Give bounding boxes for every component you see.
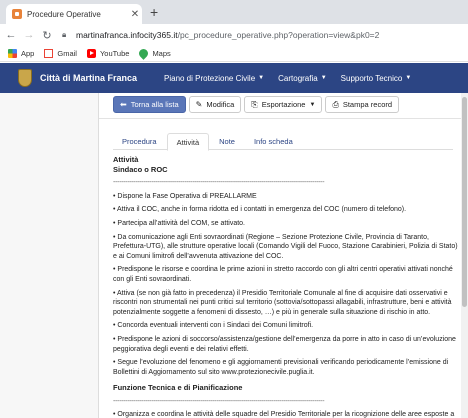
gmail-icon <box>44 49 54 58</box>
print-record-button[interactable]: ⎙ Stampa record <box>325 96 400 113</box>
bookmark-apps[interactable]: App <box>8 49 34 58</box>
chevron-down-icon: ▼ <box>258 75 265 81</box>
export-icon: ⎘ <box>251 99 258 109</box>
city-name[interactable]: Città di Martina Franca <box>40 73 150 83</box>
lock-icon[interactable]: 🔒︎ <box>62 30 72 40</box>
page-scrollbar[interactable] <box>461 93 468 418</box>
activity-item: • Predispone le azioni di soccorso/assis… <box>113 335 456 353</box>
record-tabs: Procedura Attività Note Info scheda <box>113 133 453 151</box>
chevron-down-icon: ▼ <box>320 75 327 81</box>
activity-item: • Attiva il COC, anche in forma ridotta … <box>113 206 407 214</box>
chevron-down-icon: ▼ <box>405 75 412 81</box>
main-content: ⬅ Torna alla lista ✎ Modifica ⎘ Esportazion… <box>98 93 468 418</box>
section-title: Attività <box>113 155 139 164</box>
button-label: Stampa record <box>342 100 393 109</box>
forward-arrow-icon[interactable]: → <box>22 28 36 42</box>
activity-item: • Predispone le risorse e coordina le pr… <box>113 266 453 283</box>
maps-pin-icon <box>137 47 151 60</box>
activity-item: • Attiva (se non già fatto in precedenza… <box>113 289 452 316</box>
dash-separator: ----------------------------------------… <box>113 179 325 187</box>
new-tab-icon[interactable]: + <box>150 5 158 19</box>
toolbar-divider <box>99 118 468 119</box>
tab-attivita[interactable]: Attività <box>166 133 210 151</box>
activity-item: • Organizza e coordina le attività delle… <box>113 411 455 418</box>
url-path: /pc_procedure_operative.php?operation=vi… <box>177 30 380 40</box>
nav-cartografia[interactable]: Cartografia ▼ <box>278 74 327 83</box>
activity-text: Attività Sindaco o ROC -----------------… <box>113 155 463 418</box>
browser-tab[interactable]: Procedure Operative ✕ <box>6 4 142 24</box>
pencil-icon: ✎ <box>195 100 203 109</box>
browser-tabstrip: Procedure Operative ✕ + <box>0 0 468 24</box>
activity-list: • Dispone la Fase Operativa di PREALLARM… <box>113 192 463 378</box>
address-bar: ← → ↻ 🔒︎ martinafranca.infocity365.it/pc… <box>0 24 468 46</box>
button-label: Torna alla lista <box>130 100 179 109</box>
browser-tab-title: Procedure Operative <box>27 9 101 19</box>
button-label: Esportazione <box>261 100 306 109</box>
nav-piano-protezione-civile[interactable]: Piano di Protezione Civile ▼ <box>164 74 264 83</box>
activity-item: • Segue l’evoluzione del fenomeno e gli … <box>113 359 449 376</box>
tab-procedura[interactable]: Procedura <box>113 133 166 150</box>
bookmark-label: Gmail <box>57 49 77 58</box>
apps-grid-icon <box>8 49 17 58</box>
edit-button[interactable]: ✎ Modifica <box>188 96 242 113</box>
back-to-list-button[interactable]: ⬅ Torna alla lista <box>113 96 186 113</box>
activity-list-2: • Organizza e coordina le attività delle… <box>113 410 463 418</box>
tab-info-scheda[interactable]: Info scheda <box>245 133 302 150</box>
site-favicon-icon <box>12 9 22 19</box>
section2-title: Funzione Tecnica e di Pianificazione <box>113 383 243 393</box>
printer-icon: ⎙ <box>332 99 339 109</box>
export-button[interactable]: ⎘ Esportazione ▼ <box>244 96 323 113</box>
nav-label: Supporto Tecnico <box>340 73 403 83</box>
section-subtitle: Sindaco o ROC <box>113 164 168 174</box>
bookmark-label: Maps <box>152 49 171 58</box>
nav-supporto-tecnico[interactable]: Supporto Tecnico ▼ <box>341 74 412 83</box>
nav-label: Piano di Protezione Civile <box>164 73 256 83</box>
left-gutter <box>0 93 98 418</box>
nav-label: Cartografia <box>278 73 318 83</box>
record-toolbar: ⬅ Torna alla lista ✎ Modifica ⎘ Esportazion… <box>113 96 400 113</box>
url-host: martinafranca.infocity365.it <box>76 30 178 40</box>
scrollbar-thumb[interactable] <box>462 97 467 307</box>
bookmarks-bar: App Gmail YouTube Maps <box>0 46 468 62</box>
reload-icon[interactable]: ↻ <box>40 28 54 42</box>
site-header: Città di Martina Franca Piano di Protezi… <box>0 63 468 93</box>
dash-separator: ----------------------------------------… <box>113 397 325 405</box>
city-crest-logo <box>18 69 32 87</box>
tab-note[interactable]: Note <box>210 133 244 150</box>
bookmark-label: App <box>21 49 35 58</box>
button-label: Modifica <box>206 100 235 109</box>
youtube-icon <box>86 49 96 58</box>
back-arrow-icon[interactable]: ← <box>4 28 18 42</box>
activity-item: • Partecipa all’attività del COM, se att… <box>113 219 246 227</box>
activity-item: • Concorda eventuali interventi con i Si… <box>113 322 314 330</box>
bookmark-youtube[interactable]: YouTube <box>86 49 130 58</box>
bookmark-label: YouTube <box>99 49 130 58</box>
bookmark-gmail[interactable]: Gmail <box>44 49 77 58</box>
chevron-down-icon: ▼ <box>309 101 316 108</box>
bookmark-maps[interactable]: Maps <box>137 47 171 60</box>
url-field[interactable]: martinafranca.infocity365.it/pc_procedur… <box>76 30 379 40</box>
arrow-left-icon: ⬅ <box>120 100 127 109</box>
activity-item: • Da comunicazione agli Enti sovraordina… <box>113 233 458 260</box>
close-tab-icon[interactable]: ✕ <box>128 9 142 20</box>
activity-item: • Dispone la Fase Operativa di PREALLARM… <box>113 192 257 200</box>
